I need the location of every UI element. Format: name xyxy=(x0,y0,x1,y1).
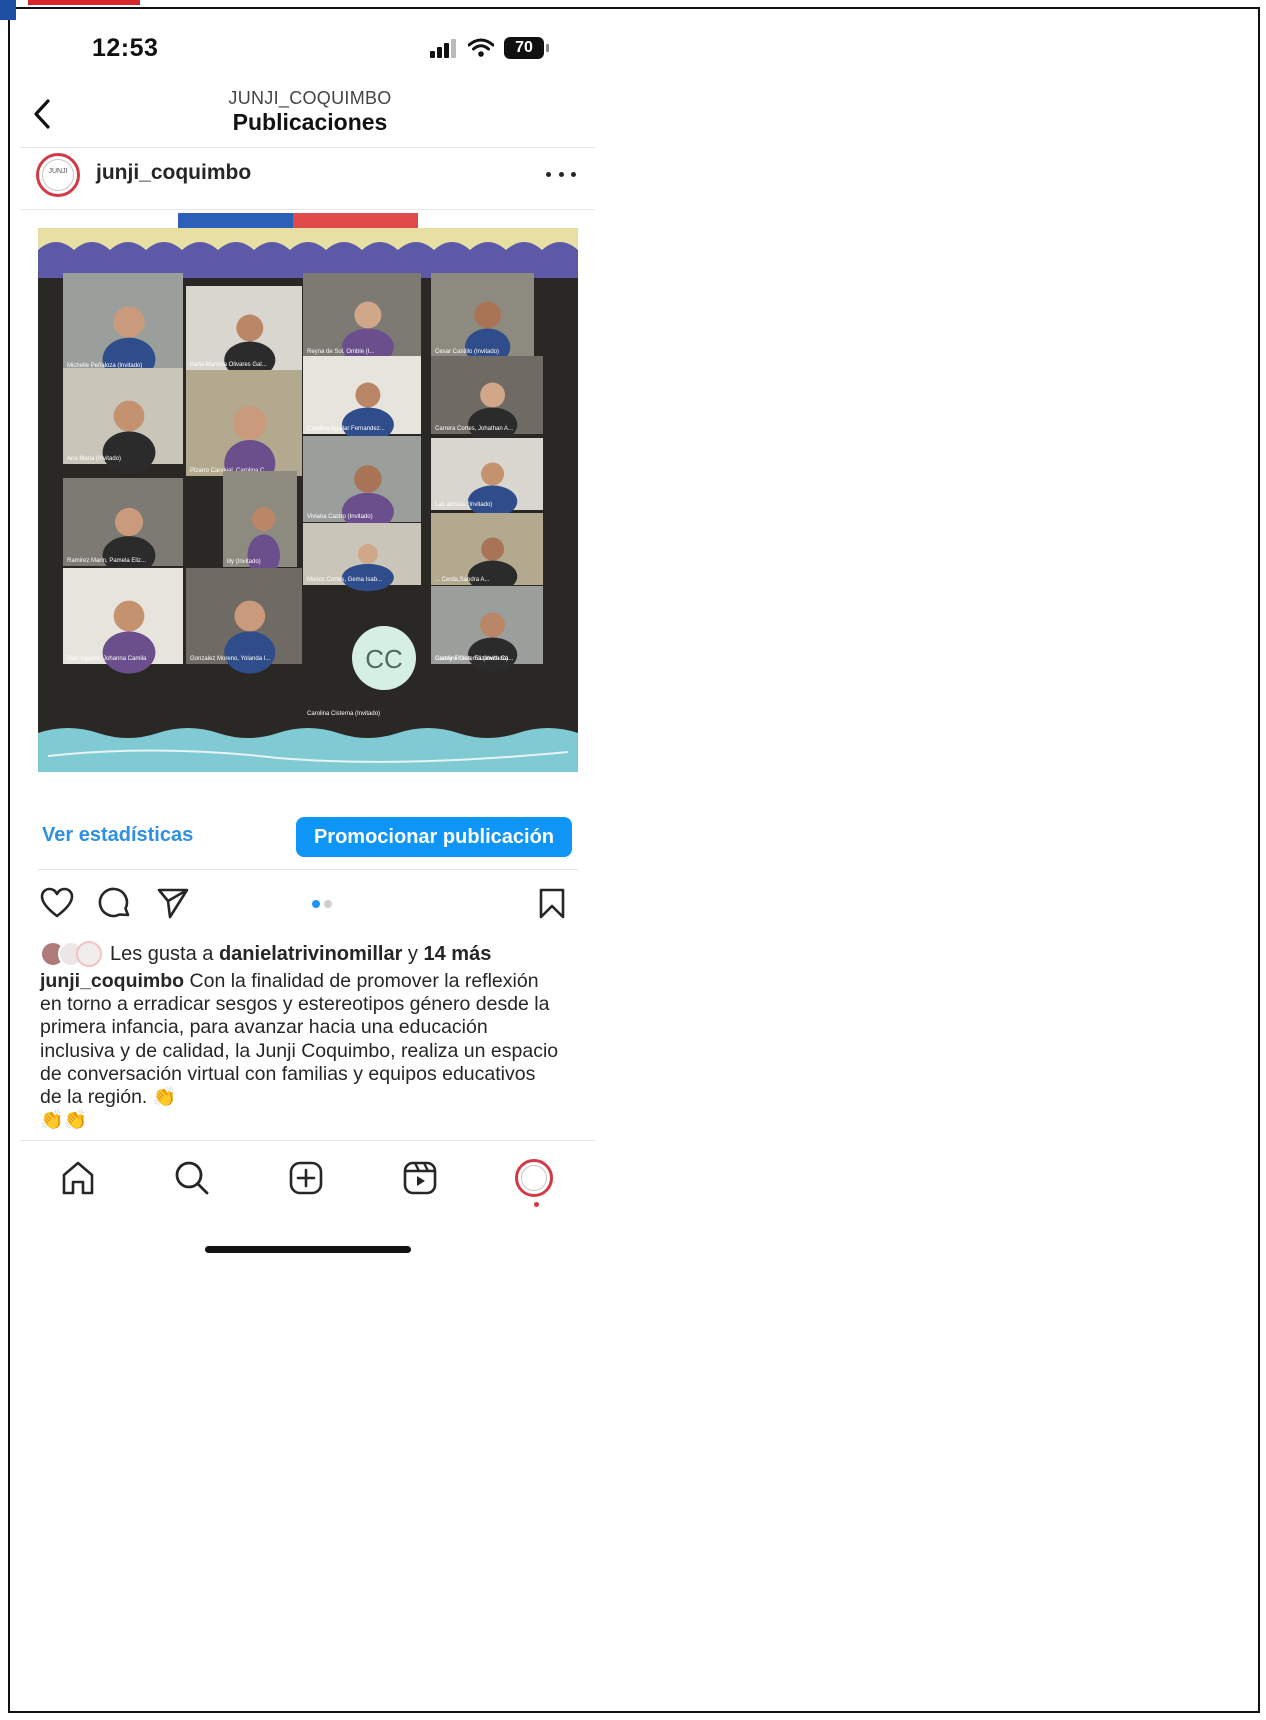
home-icon xyxy=(62,1161,94,1195)
initials-text: CC xyxy=(365,644,403,674)
phone-screen: 12:53 70 JUNJI_COQUIMBO Publicaciones JU… xyxy=(20,16,600,1256)
corner-logo xyxy=(0,0,140,20)
participant-face xyxy=(480,612,506,638)
header-divider xyxy=(20,147,595,148)
likes-user[interactable]: danielatrivinomillar xyxy=(219,943,402,966)
avatar-logo: JUNJI xyxy=(42,159,74,191)
participant-name: Carolina Aguilar Fernandez... xyxy=(307,426,385,432)
wifi-icon xyxy=(468,38,494,57)
clap-emoji: 👏 xyxy=(147,1087,177,1109)
participant-face xyxy=(113,400,145,432)
reels-icon xyxy=(403,1161,437,1195)
participant-name: Reyna de Sol, Omble (I... xyxy=(307,349,375,355)
participant-face xyxy=(480,382,506,408)
nav-home[interactable] xyxy=(56,1156,100,1200)
participant-name: Las artistas (Invitado) xyxy=(435,502,492,508)
home-indicator[interactable] xyxy=(205,1246,411,1253)
participant-name: Ana Maria (Invitado) xyxy=(67,456,121,462)
likes-middle: y xyxy=(402,942,424,965)
participant-name: Carolina Cisterna (Invitado) xyxy=(307,711,380,717)
participant-face xyxy=(354,465,382,493)
participant-name: lily (Invitado) xyxy=(227,559,261,565)
actions-divider xyxy=(38,869,578,870)
likes-row[interactable]: Les gusta a danielatrivinomillar y 14 má… xyxy=(40,940,491,968)
new-post-icon xyxy=(289,1161,323,1195)
participant-face xyxy=(113,600,145,632)
participant-face xyxy=(354,301,382,329)
participant-name: Cesar Castillo (Invitado) xyxy=(435,349,499,355)
post-username[interactable]: junji_coquimbo xyxy=(96,161,251,185)
nav-divider xyxy=(20,1140,595,1141)
search-icon xyxy=(175,1161,209,1195)
participant-figure xyxy=(467,637,518,672)
participant-name: Godoy Flores, Elizabeth Ca... xyxy=(435,656,514,662)
participant-figure xyxy=(224,631,276,674)
share-button[interactable] xyxy=(154,884,192,922)
profile-avatar-icon xyxy=(515,1159,553,1197)
send-icon xyxy=(157,888,189,919)
comment-icon xyxy=(98,887,130,918)
participant-name: Gonzalez Moreno, Yolanda I... xyxy=(190,656,271,662)
caption-username[interactable]: junji_coquimbo xyxy=(40,970,184,992)
promote-post-button[interactable]: Promocionar publicación xyxy=(296,817,572,857)
battery-icon: 70 xyxy=(504,37,549,59)
post-header-divider xyxy=(20,209,595,210)
likes-prefix: Les gusta a xyxy=(110,942,219,965)
notification-dot xyxy=(534,1202,539,1207)
carousel-dots xyxy=(312,900,332,908)
participant-face xyxy=(113,306,145,338)
comment-button[interactable] xyxy=(96,884,134,922)
bookmark-icon xyxy=(539,888,565,919)
bottom-nav xyxy=(20,1156,580,1206)
participant-face xyxy=(236,314,264,342)
video-call-collage: Michelle Peñaloza (Invitado) Karla Marcel… xyxy=(38,228,578,772)
participant-figure xyxy=(102,431,156,474)
header-account-name: JUNJI_COQUIMBO xyxy=(228,88,392,108)
view-insights-link[interactable]: Ver estadísticas xyxy=(42,824,193,847)
participant-face xyxy=(251,507,276,531)
nav-search[interactable] xyxy=(170,1156,214,1200)
nav-reels[interactable] xyxy=(398,1156,442,1200)
participant-name: Karla Marcela Olivares Gal... xyxy=(190,362,267,368)
status-icons: 70 xyxy=(430,36,549,60)
heart-icon xyxy=(40,887,74,918)
participant-name: Munoz Cortes, Gema Isab... xyxy=(307,577,382,583)
participant-name: Diaz Aguirre, Johanna Camila xyxy=(67,656,147,662)
participant-face xyxy=(355,382,381,408)
participant-face xyxy=(481,537,505,561)
save-button[interactable] xyxy=(533,884,571,922)
more-options-button[interactable] xyxy=(546,166,576,182)
participant-face xyxy=(232,406,267,440)
likes-count[interactable]: 14 más xyxy=(423,943,491,966)
participant-figure xyxy=(467,407,518,442)
page-title: Publicaciones xyxy=(232,109,388,135)
nav-profile[interactable] xyxy=(512,1156,556,1200)
nav-new-post[interactable] xyxy=(284,1156,328,1200)
liker-avatar xyxy=(76,941,102,967)
like-button[interactable] xyxy=(38,884,76,922)
status-time: 12:53 xyxy=(92,34,159,62)
participant-face xyxy=(357,544,378,564)
participant-name: ... Cerda,Sandra A... xyxy=(435,577,490,583)
profile-avatar[interactable]: JUNJI xyxy=(36,153,80,197)
participant-name: Ramirez Marin, Pamela Eliz... xyxy=(67,558,146,564)
participant-face xyxy=(234,600,266,632)
flag-strip xyxy=(178,213,418,229)
participant-figure xyxy=(102,631,156,674)
signal-icon xyxy=(430,39,456,58)
liker-avatars xyxy=(40,941,104,967)
post-actions xyxy=(38,884,588,924)
participant-name: Carrera Cortes, Johathan A... xyxy=(435,426,513,432)
participant-face xyxy=(481,462,505,486)
participant-name: Viviana Castro (Invitado) xyxy=(307,514,373,520)
post-caption: junji_coquimbo Con la finalidad de promo… xyxy=(40,970,562,1132)
clap-emoji: 👏👏 xyxy=(40,1110,88,1132)
post-image[interactable]: Michelle Peñaloza (Invitado) Karla Marcel… xyxy=(38,228,578,772)
participant-face xyxy=(114,507,144,537)
participant-face xyxy=(474,301,502,329)
